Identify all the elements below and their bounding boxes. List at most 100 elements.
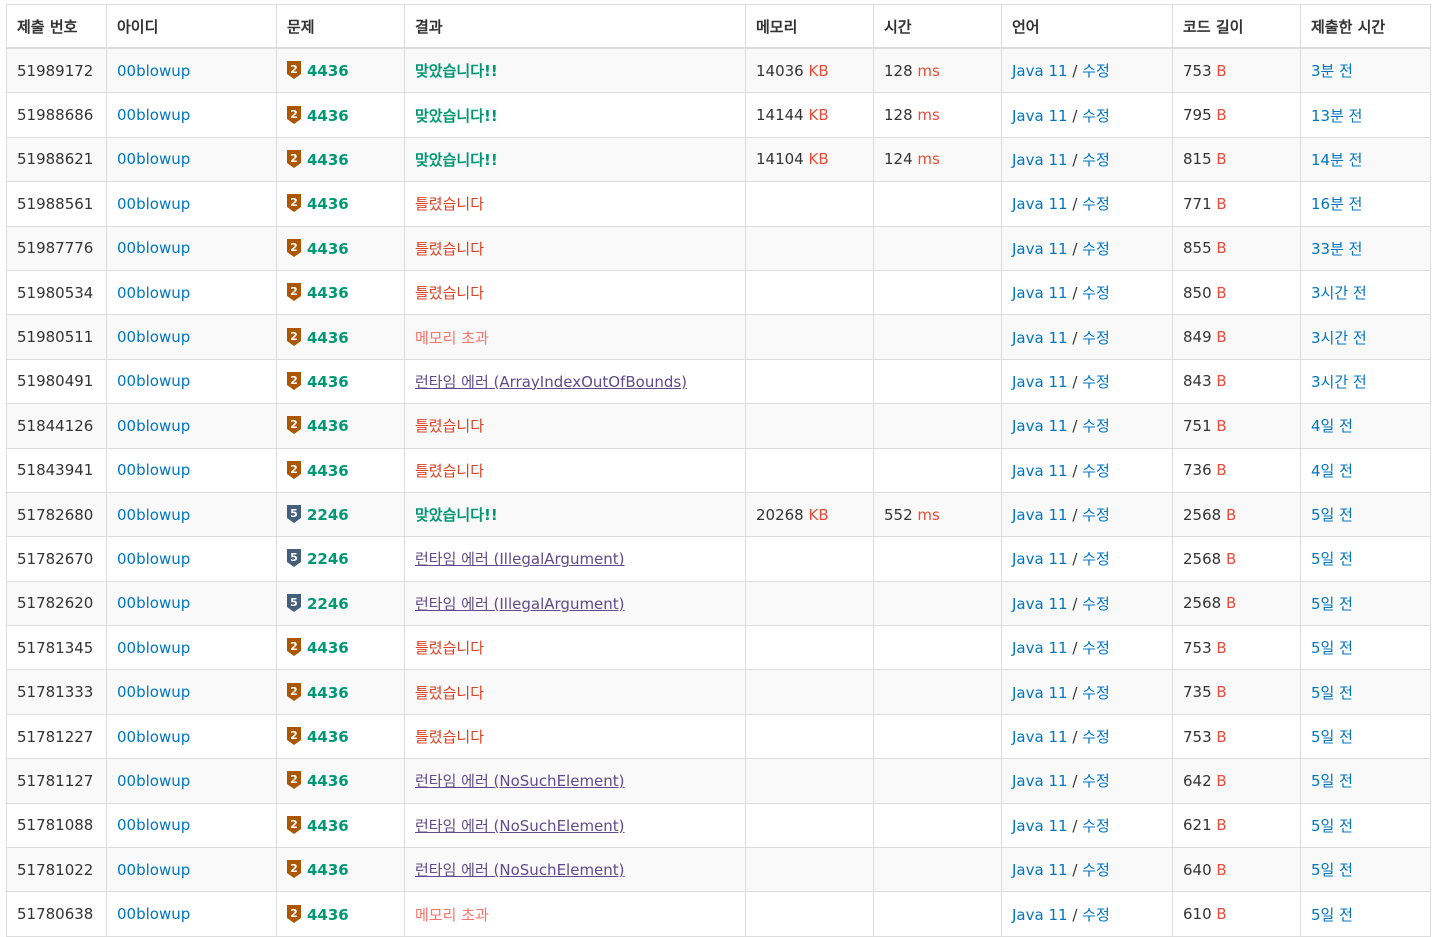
problem-link[interactable]: 2246 <box>307 550 349 568</box>
problem-link[interactable]: 4436 <box>307 728 349 746</box>
language-link[interactable]: Java 11 <box>1012 107 1068 125</box>
user-link[interactable]: 00blowup <box>117 905 190 923</box>
submitted-at-link[interactable]: 5일 전 <box>1311 817 1353 835</box>
problem-link[interactable]: 4436 <box>307 62 349 80</box>
edit-link[interactable]: 수정 <box>1082 684 1110 702</box>
user-link[interactable]: 00blowup <box>117 195 190 213</box>
language-link[interactable]: Java 11 <box>1012 151 1068 169</box>
language-link[interactable]: Java 11 <box>1012 861 1068 879</box>
submitted-at-link[interactable]: 5일 전 <box>1311 639 1353 657</box>
edit-link[interactable]: 수정 <box>1082 861 1110 879</box>
problem-link[interactable]: 4436 <box>307 684 349 702</box>
problem-link[interactable]: 4436 <box>307 772 349 790</box>
language-link[interactable]: Java 11 <box>1012 728 1068 746</box>
submitted-at-link[interactable]: 5일 전 <box>1311 772 1353 790</box>
language-link[interactable]: Java 11 <box>1012 817 1068 835</box>
edit-link[interactable]: 수정 <box>1082 329 1110 347</box>
edit-link[interactable]: 수정 <box>1082 595 1110 613</box>
result-status[interactable]: 런타임 에러 (NoSuchElement) <box>415 772 625 790</box>
user-link[interactable]: 00blowup <box>117 372 190 390</box>
submitted-at-link[interactable]: 14분 전 <box>1311 151 1362 169</box>
submitted-at-link[interactable]: 5일 전 <box>1311 506 1353 524</box>
language-link[interactable]: Java 11 <box>1012 417 1068 435</box>
edit-link[interactable]: 수정 <box>1082 817 1110 835</box>
submitted-at-link[interactable]: 5일 전 <box>1311 595 1353 613</box>
problem-link[interactable]: 4436 <box>307 417 349 435</box>
result-status[interactable]: 런타임 에러 (NoSuchElement) <box>415 861 625 879</box>
submitted-at-link[interactable]: 3분 전 <box>1311 62 1353 80</box>
edit-link[interactable]: 수정 <box>1082 373 1110 391</box>
problem-link[interactable]: 4436 <box>307 329 349 347</box>
language-link[interactable]: Java 11 <box>1012 550 1068 568</box>
problem-link[interactable]: 4436 <box>307 817 349 835</box>
result-status[interactable]: 런타임 에러 (ArrayIndexOutOfBounds) <box>415 373 687 391</box>
problem-link[interactable]: 4436 <box>307 195 349 213</box>
user-link[interactable]: 00blowup <box>117 150 190 168</box>
result-status[interactable]: 런타임 에러 (IllegalArgument) <box>415 595 625 613</box>
submitted-at-link[interactable]: 5일 전 <box>1311 861 1353 879</box>
problem-link[interactable]: 4436 <box>307 373 349 391</box>
edit-link[interactable]: 수정 <box>1082 240 1110 258</box>
edit-link[interactable]: 수정 <box>1082 195 1110 213</box>
edit-link[interactable]: 수정 <box>1082 107 1110 125</box>
user-link[interactable]: 00blowup <box>117 328 190 346</box>
language-link[interactable]: Java 11 <box>1012 195 1068 213</box>
submitted-at-link[interactable]: 3시간 전 <box>1311 329 1367 347</box>
language-link[interactable]: Java 11 <box>1012 639 1068 657</box>
edit-link[interactable]: 수정 <box>1082 639 1110 657</box>
language-link[interactable]: Java 11 <box>1012 240 1068 258</box>
submitted-at-link[interactable]: 4일 전 <box>1311 462 1353 480</box>
language-link[interactable]: Java 11 <box>1012 595 1068 613</box>
submitted-at-link[interactable]: 5일 전 <box>1311 728 1353 746</box>
edit-link[interactable]: 수정 <box>1082 550 1110 568</box>
problem-link[interactable]: 4436 <box>307 861 349 879</box>
user-link[interactable]: 00blowup <box>117 506 190 524</box>
edit-link[interactable]: 수정 <box>1082 284 1110 302</box>
user-link[interactable]: 00blowup <box>117 62 190 80</box>
language-link[interactable]: Java 11 <box>1012 506 1068 524</box>
user-link[interactable]: 00blowup <box>117 594 190 612</box>
submitted-at-link[interactable]: 13분 전 <box>1311 107 1362 125</box>
language-link[interactable]: Java 11 <box>1012 329 1068 347</box>
language-link[interactable]: Java 11 <box>1012 284 1068 302</box>
user-link[interactable]: 00blowup <box>117 683 190 701</box>
user-link[interactable]: 00blowup <box>117 417 190 435</box>
submitted-at-link[interactable]: 5일 전 <box>1311 684 1353 702</box>
result-status[interactable]: 런타임 에러 (NoSuchElement) <box>415 817 625 835</box>
language-link[interactable]: Java 11 <box>1012 373 1068 391</box>
edit-link[interactable]: 수정 <box>1082 62 1110 80</box>
edit-link[interactable]: 수정 <box>1082 772 1110 790</box>
problem-link[interactable]: 4436 <box>307 462 349 480</box>
submitted-at-link[interactable]: 4일 전 <box>1311 417 1353 435</box>
problem-link[interactable]: 4436 <box>307 240 349 258</box>
language-link[interactable]: Java 11 <box>1012 684 1068 702</box>
user-link[interactable]: 00blowup <box>117 639 190 657</box>
problem-link[interactable]: 4436 <box>307 639 349 657</box>
problem-link[interactable]: 4436 <box>307 107 349 125</box>
user-link[interactable]: 00blowup <box>117 816 190 834</box>
user-link[interactable]: 00blowup <box>117 106 190 124</box>
problem-link[interactable]: 4436 <box>307 151 349 169</box>
edit-link[interactable]: 수정 <box>1082 506 1110 524</box>
language-link[interactable]: Java 11 <box>1012 772 1068 790</box>
submitted-at-link[interactable]: 3시간 전 <box>1311 284 1367 302</box>
edit-link[interactable]: 수정 <box>1082 462 1110 480</box>
result-status[interactable]: 런타임 에러 (IllegalArgument) <box>415 550 625 568</box>
edit-link[interactable]: 수정 <box>1082 151 1110 169</box>
problem-link[interactable]: 2246 <box>307 595 349 613</box>
submitted-at-link[interactable]: 5일 전 <box>1311 550 1353 568</box>
language-link[interactable]: Java 11 <box>1012 62 1068 80</box>
submitted-at-link[interactable]: 33분 전 <box>1311 240 1362 258</box>
submitted-at-link[interactable]: 3시간 전 <box>1311 373 1367 391</box>
user-link[interactable]: 00blowup <box>117 772 190 790</box>
user-link[interactable]: 00blowup <box>117 284 190 302</box>
edit-link[interactable]: 수정 <box>1082 417 1110 435</box>
user-link[interactable]: 00blowup <box>117 239 190 257</box>
submitted-at-link[interactable]: 16분 전 <box>1311 195 1362 213</box>
problem-link[interactable]: 4436 <box>307 284 349 302</box>
user-link[interactable]: 00blowup <box>117 728 190 746</box>
user-link[interactable]: 00blowup <box>117 550 190 568</box>
edit-link[interactable]: 수정 <box>1082 728 1110 746</box>
language-link[interactable]: Java 11 <box>1012 462 1068 480</box>
user-link[interactable]: 00blowup <box>117 461 190 479</box>
